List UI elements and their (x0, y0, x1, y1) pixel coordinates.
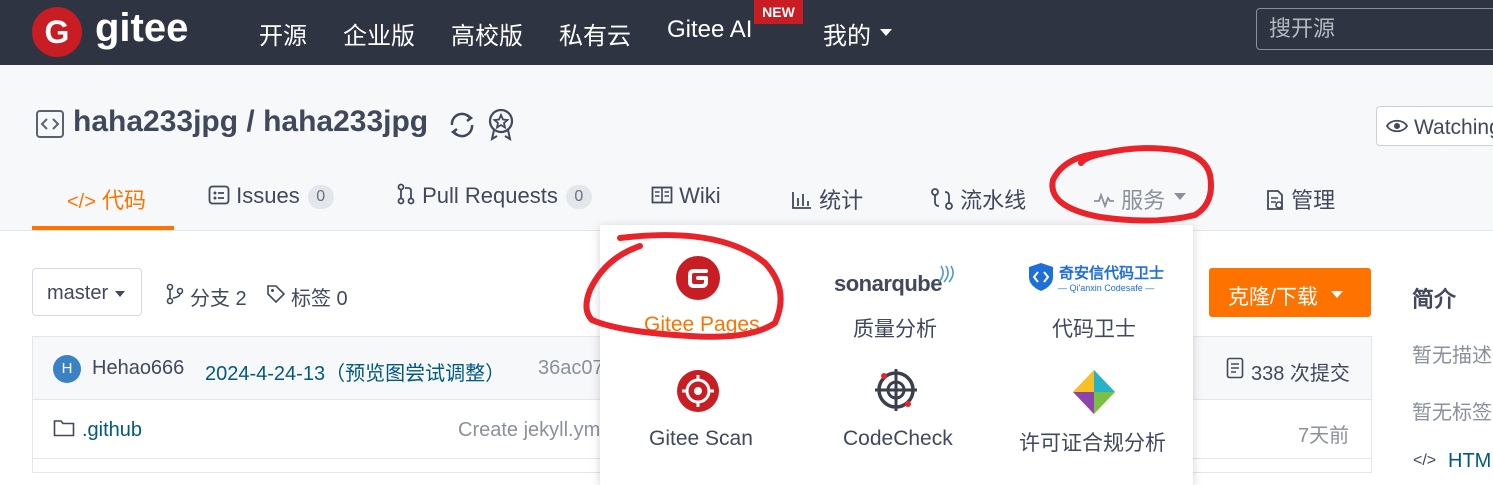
commit-message[interactable]: 2024-4-24-13（预览图尝试调整） (205, 357, 505, 386)
codesafe-logo-text: 奇安信代码卫士 (1059, 265, 1165, 282)
codecheck-icon[interactable] (873, 367, 919, 413)
book-icon (651, 186, 673, 204)
chevron-down-icon[interactable] (115, 291, 125, 297)
sonarqube-logo[interactable]: sonarqube (834, 271, 942, 297)
tab-label: 统计 (819, 188, 864, 213)
nav-opensource[interactable]: 开源 (259, 16, 307, 51)
service-gitee-pages[interactable]: Gitee Pages (644, 313, 760, 337)
commits-icon (1226, 357, 1244, 379)
tags-link[interactable]: 标签 0 (291, 282, 348, 311)
repo-code-icon (36, 110, 64, 138)
tab-label: 流水线 (960, 188, 1027, 213)
pipeline-icon (931, 188, 953, 210)
active-tab-indicator (32, 226, 174, 230)
gitee-pages-icon[interactable] (676, 256, 720, 300)
service-license-compliance[interactable]: 许可证合规分析 (1019, 427, 1166, 457)
code-icon: </> (1413, 452, 1437, 469)
tab-label: Pull Requests (422, 183, 558, 208)
qianxin-codesafe-logo[interactable] (1027, 262, 1055, 292)
nav-private-cloud[interactable]: 私有云 (559, 16, 631, 51)
service-code-guard[interactable]: 代码卫士 (1052, 313, 1136, 343)
file-name[interactable]: .github (82, 419, 142, 442)
license-compliance-icon[interactable] (1072, 369, 1116, 415)
award-icon[interactable] (485, 107, 517, 141)
watching-label[interactable]: Watching (1414, 116, 1493, 140)
branch-label[interactable]: master (47, 282, 108, 305)
commit-author[interactable]: Hehao666 (92, 357, 184, 380)
bar-chart-icon (792, 192, 811, 209)
gitee-scan-icon[interactable] (676, 369, 720, 413)
pr-count-badge: 0 (565, 185, 592, 210)
folder-icon (53, 420, 75, 437)
pulse-icon (1094, 192, 1114, 209)
file-time: 7天前 (1298, 425, 1350, 447)
tab-label: Issues (236, 183, 300, 208)
chevron-down-icon[interactable] (880, 29, 892, 36)
tab-wiki[interactable]: Wiki (651, 183, 721, 209)
tab-label: 管理 (1291, 188, 1336, 213)
sonar-waves-icon (938, 265, 954, 283)
tab-label: 服务 (1121, 188, 1166, 213)
chevron-down-icon[interactable] (1174, 193, 1186, 200)
issues-icon (208, 185, 230, 205)
branch-icon (166, 283, 184, 305)
service-codecheck[interactable]: CodeCheck (843, 427, 953, 451)
logo-letter: G (45, 14, 70, 50)
code-icon: </> (67, 191, 96, 213)
sidebar-title: 简介 (1412, 287, 1457, 312)
pull-request-icon (397, 183, 415, 205)
new-badge: NEW (754, 0, 803, 24)
nav-gitee-ai[interactable]: Gitee AI (667, 16, 752, 44)
avatar[interactable]: H (53, 355, 81, 383)
file-commit-message[interactable]: Create jekyll.ym (458, 419, 600, 442)
clone-download-label[interactable]: 克隆/下载 (1228, 281, 1318, 311)
gitee-logo-icon[interactable]: G (32, 7, 82, 57)
tab-pipeline[interactable]: 流水线 (930, 183, 1026, 215)
tab-stats[interactable]: 统计 (791, 183, 863, 215)
tab-pull-requests[interactable]: Pull Requests 0 (396, 183, 592, 210)
sidebar-tags: 暂无标签 (1412, 402, 1492, 424)
eye-icon (1386, 119, 1408, 133)
logo-text[interactable]: gitee (95, 6, 188, 51)
service-gitee-scan[interactable]: Gitee Scan (649, 427, 753, 451)
sidebar-language[interactable]: HTM (1448, 450, 1491, 473)
tab-code[interactable]: </> 代码 (67, 183, 146, 215)
repo-title[interactable]: haha233jpg / haha233jpg (73, 105, 428, 139)
sync-icon[interactable] (446, 109, 478, 141)
chevron-down-icon[interactable] (1331, 291, 1343, 298)
tab-label: 代码 (102, 188, 147, 213)
nav-enterprise[interactable]: 企业版 (343, 16, 415, 51)
service-quality-analysis[interactable]: 质量分析 (853, 313, 937, 343)
branches-link[interactable]: 分支 2 (190, 282, 247, 311)
sidebar-description: 暂无描述 (1412, 345, 1492, 367)
tab-services[interactable]: 服务 (1093, 183, 1165, 215)
tag-icon (267, 285, 286, 304)
issues-count-badge: 0 (307, 185, 334, 210)
commit-count[interactable]: 338 次提交 (1251, 357, 1350, 386)
nav-education[interactable]: 高校版 (451, 16, 523, 51)
codesafe-logo-subtext: — Qi'anxin Codesafe — (1058, 283, 1155, 293)
commit-hash[interactable]: 36ac07 (538, 357, 604, 380)
tab-label: Wiki (679, 183, 721, 208)
nav-mine[interactable]: 我的 (823, 16, 871, 51)
search-input[interactable] (1256, 8, 1493, 50)
tab-issues[interactable]: Issues 0 (208, 183, 334, 210)
tab-manage[interactable]: 管理 (1265, 183, 1335, 215)
manage-icon (1267, 190, 1283, 210)
